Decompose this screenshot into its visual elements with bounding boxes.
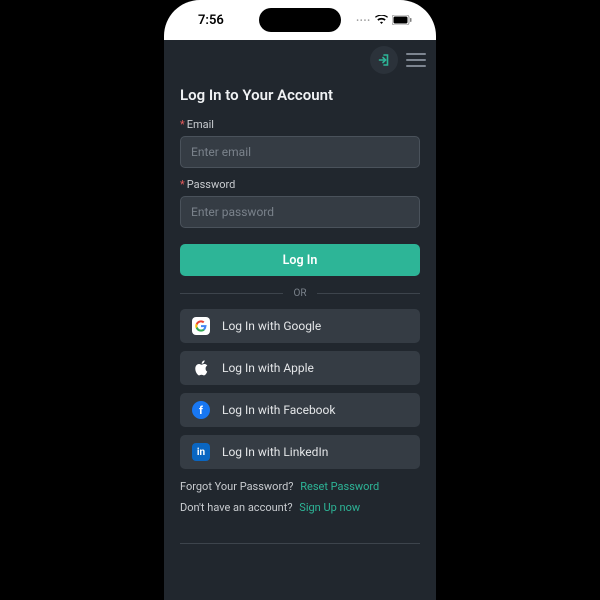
email-field-group: *Email bbox=[180, 118, 420, 168]
app-screen: Log In to Your Account *Email *Password … bbox=[164, 40, 436, 600]
cellular-icon: •••• bbox=[356, 16, 371, 25]
divider-line bbox=[180, 293, 283, 294]
divider: OR bbox=[180, 288, 420, 299]
password-input[interactable] bbox=[180, 196, 420, 228]
google-icon bbox=[192, 317, 210, 335]
apple-login-label: Log In with Apple bbox=[222, 361, 314, 375]
facebook-login-button[interactable]: f Log In with Facebook bbox=[180, 393, 420, 427]
status-time: 7:56 bbox=[198, 13, 224, 28]
notch bbox=[259, 8, 341, 32]
divider-line bbox=[317, 293, 420, 294]
google-login-label: Log In with Google bbox=[222, 319, 321, 333]
facebook-icon: f bbox=[192, 401, 210, 419]
apple-login-button[interactable]: Log In with Apple bbox=[180, 351, 420, 385]
linkedin-login-label: Log In with LinkedIn bbox=[222, 445, 328, 459]
password-label: *Password bbox=[180, 178, 420, 191]
reset-password-link[interactable]: Reset Password bbox=[300, 480, 379, 493]
page-title: Log In to Your Account bbox=[180, 86, 420, 104]
footer-links: Forgot Your Password? Reset Password Don… bbox=[180, 477, 420, 519]
top-bar bbox=[164, 40, 436, 80]
login-icon[interactable] bbox=[370, 46, 398, 74]
password-field-group: *Password bbox=[180, 178, 420, 228]
apple-icon bbox=[192, 359, 210, 377]
footer-divider bbox=[180, 543, 420, 544]
status-right: •••• bbox=[356, 15, 412, 25]
forgot-password-text: Forgot Your Password? bbox=[180, 480, 293, 493]
google-login-button[interactable]: Log In with Google bbox=[180, 309, 420, 343]
linkedin-icon: in bbox=[192, 443, 210, 461]
login-button[interactable]: Log In bbox=[180, 244, 420, 276]
battery-icon bbox=[392, 15, 412, 25]
wifi-icon bbox=[375, 15, 388, 25]
email-input[interactable] bbox=[180, 136, 420, 168]
required-icon: * bbox=[180, 118, 185, 131]
email-label: *Email bbox=[180, 118, 420, 131]
status-bar: 7:56 •••• bbox=[164, 0, 436, 40]
signup-link[interactable]: Sign Up now bbox=[299, 501, 360, 514]
forgot-password-row: Forgot Your Password? Reset Password bbox=[180, 477, 420, 498]
phone-frame: 7:56 •••• Log In to Your Account *Email bbox=[164, 0, 436, 600]
linkedin-login-button[interactable]: in Log In with LinkedIn bbox=[180, 435, 420, 469]
facebook-login-label: Log In with Facebook bbox=[222, 403, 335, 417]
login-form: Log In to Your Account *Email *Password … bbox=[164, 80, 436, 519]
signup-text: Don't have an account? bbox=[180, 501, 293, 514]
required-icon: * bbox=[180, 178, 185, 191]
menu-icon[interactable] bbox=[406, 53, 426, 67]
divider-or: OR bbox=[283, 288, 316, 299]
signup-row: Don't have an account? Sign Up now bbox=[180, 498, 420, 519]
